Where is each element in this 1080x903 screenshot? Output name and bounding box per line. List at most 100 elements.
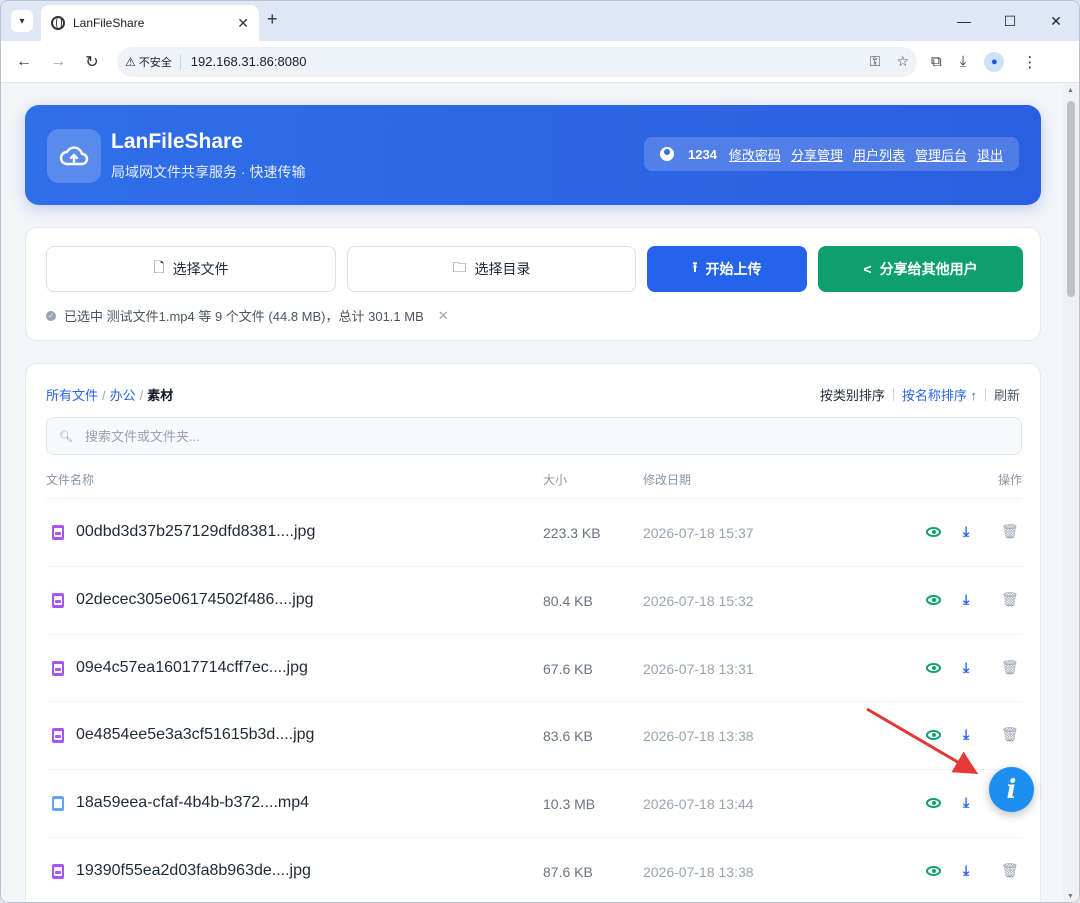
info-icon: i xyxy=(1006,774,1017,805)
file-date: 2026-07-18 13:31 xyxy=(643,660,754,677)
change-password-link[interactable]: 修改密码 xyxy=(729,145,781,164)
file-size: 80.4 KB xyxy=(543,592,593,609)
logout-link[interactable]: 退出 xyxy=(977,145,1003,164)
sort-by-name[interactable]: 按名称排序 ↑ xyxy=(902,385,977,404)
minimize-button[interactable]: — xyxy=(941,1,987,41)
warning-icon: ⚠ xyxy=(125,54,136,69)
scroll-thumb[interactable] xyxy=(1067,101,1075,297)
table-row[interactable]: 02decec305e06174502f486....jpg 80.4 KB 2… xyxy=(46,567,1022,635)
user-bar: 1234 修改密码 分享管理 用户列表 管理后台 退出 xyxy=(644,137,1019,171)
download-icon[interactable]: ⤓ xyxy=(960,53,967,70)
profile-avatar[interactable]: ● xyxy=(984,51,1005,72)
delete-icon[interactable]: 🗑︎ xyxy=(1001,726,1019,743)
image-file-icon xyxy=(52,863,64,879)
col-date: 修改日期 xyxy=(643,473,692,487)
table-row[interactable]: 09e4c57ea16017714cff7ec....jpg 67.6 KB 2… xyxy=(46,635,1022,703)
file-date: 2026-07-18 15:32 xyxy=(643,592,754,609)
cloud-upload-icon xyxy=(47,129,101,183)
table-row[interactable]: 00dbd3d37b257129dfd8381....jpg 223.3 KB … xyxy=(46,499,1022,567)
share-icon: < xyxy=(863,261,872,277)
file-name[interactable]: 02decec305e06174502f486....jpg xyxy=(76,591,314,609)
star-icon[interactable]: ☆ xyxy=(896,53,909,70)
user-list-link[interactable]: 用户列表 xyxy=(853,145,905,164)
folder-add-icon: 🗀 xyxy=(452,259,467,275)
table-row[interactable]: 0e4854ee5e3a3cf51615b3d....jpg 83.6 KB 2… xyxy=(46,702,1022,771)
page-scrollbar[interactable]: ▲ ▼ xyxy=(1063,83,1079,902)
col-actions: 操作 xyxy=(997,473,1022,487)
download-icon[interactable]: ⤓ xyxy=(963,659,969,676)
extensions-icon[interactable]: ⧉ xyxy=(931,53,942,70)
info-button[interactable]: i xyxy=(989,767,1034,812)
download-icon[interactable]: ⤓ xyxy=(963,862,969,879)
preview-icon[interactable] xyxy=(926,862,941,878)
file-size: 87.6 KB xyxy=(543,863,593,880)
refresh-button[interactable]: 刷新 xyxy=(994,385,1020,404)
address-bar[interactable]: ⚠ 不安全 192.168.31.86:8080 ⚿ ☆ xyxy=(117,46,917,77)
preview-icon[interactable] xyxy=(926,659,941,675)
url-text[interactable]: 192.168.31.86:8080 xyxy=(191,54,854,69)
sort-by-type[interactable]: 按类别排序 xyxy=(820,385,885,404)
col-size: 大小 xyxy=(543,473,568,487)
file-name[interactable]: 09e4c57ea16017714cff7ec....jpg xyxy=(76,659,308,677)
tab-search-button[interactable]: ▾ xyxy=(11,10,33,32)
reload-button[interactable]: ↻ xyxy=(79,52,105,72)
delete-icon[interactable]: 🗑︎ xyxy=(1001,659,1019,676)
share-management-link[interactable]: 分享管理 xyxy=(791,145,843,164)
selection-text: 已选中 测试文件1.mp4 等 9 个文件 (44.8 MB)，总计 301.1… xyxy=(64,309,424,324)
insecure-label: 不安全 xyxy=(138,56,172,69)
video-file-icon xyxy=(52,796,64,812)
clear-selection-icon[interactable]: ✕ xyxy=(438,308,449,324)
share-button[interactable]: < 分享给其他用户 xyxy=(818,246,1023,292)
security-indicator[interactable]: ⚠ 不安全 xyxy=(125,53,181,70)
table-row[interactable]: 19390f55ea2d03fa8b963de....jpg 87.6 KB 2… xyxy=(46,838,1022,902)
check-circle-icon: ✓ xyxy=(46,310,56,321)
file-name[interactable]: 00dbd3d37b257129dfd8381....jpg xyxy=(76,523,315,541)
file-name[interactable]: 19390f55ea2d03fa8b963de....jpg xyxy=(76,862,311,880)
choose-file-button[interactable]: 🗋 选择文件 xyxy=(46,246,336,292)
preview-icon[interactable] xyxy=(926,794,941,810)
breadcrumb-office[interactable]: 办公 xyxy=(110,388,136,403)
download-icon[interactable]: ⤓ xyxy=(963,726,969,743)
file-name[interactable]: 18a59eea-cfaf-4b4b-b372....mp4 xyxy=(76,794,309,812)
file-rows: 00dbd3d37b257129dfd8381....jpg 223.3 KB … xyxy=(46,499,1022,902)
browser-tab[interactable]: LanFileShare ✕ xyxy=(41,5,259,41)
close-tab-icon[interactable]: ✕ xyxy=(237,15,249,32)
image-file-icon xyxy=(52,592,64,608)
new-tab-button[interactable]: + xyxy=(267,9,278,30)
preview-icon[interactable] xyxy=(926,523,941,539)
scroll-down-icon[interactable]: ▼ xyxy=(1067,893,1074,900)
delete-icon[interactable]: 🗑︎ xyxy=(1001,523,1019,540)
search-box: 🔍︎ xyxy=(46,417,1022,455)
download-icon[interactable]: ⤓ xyxy=(963,523,969,540)
file-date: 2026-07-18 13:44 xyxy=(643,796,754,813)
file-date: 2026-07-18 15:37 xyxy=(643,525,754,541)
forward-button[interactable]: → xyxy=(45,53,71,71)
delete-icon[interactable]: 🗑︎ xyxy=(1001,862,1019,879)
preview-icon[interactable] xyxy=(926,726,941,742)
choose-dir-button[interactable]: 🗀 选择目录 xyxy=(347,246,636,292)
key-icon[interactable]: ⚿ xyxy=(870,53,881,70)
breadcrumb: 所有文件 / 办公 / 素材 xyxy=(46,388,174,403)
breadcrumb-current: 素材 xyxy=(147,388,174,403)
menu-icon[interactable]: ⋮ xyxy=(1022,53,1037,71)
search-input[interactable] xyxy=(84,428,985,444)
preview-icon[interactable] xyxy=(926,591,941,607)
start-upload-button[interactable]: ⭱ 开始上传 xyxy=(647,246,807,292)
scroll-up-icon[interactable]: ▲ xyxy=(1067,87,1074,94)
download-icon[interactable]: ⤓ xyxy=(963,591,969,608)
close-window-button[interactable]: ✕ xyxy=(1033,1,1079,41)
maximize-button[interactable]: ☐ xyxy=(987,1,1033,41)
delete-icon[interactable]: 🗑︎ xyxy=(1001,591,1019,608)
admin-link[interactable]: 管理后台 xyxy=(915,145,967,164)
search-icon: 🔍︎ xyxy=(59,430,73,443)
table-row[interactable]: 18a59eea-cfaf-4b4b-b372....mp4 10.3 MB 2… xyxy=(46,770,1022,838)
breadcrumb-root[interactable]: 所有文件 xyxy=(46,388,98,403)
page-viewport: LanFileShare 局域网文件共享服务 · 快速传输 1234 修改密码 … xyxy=(1,83,1065,902)
file-list-panel: 所有文件/办公/素材 按类别排序 按名称排序 ↑ 刷新 🔍︎ 文件名称 大小 修… xyxy=(25,363,1041,902)
back-button[interactable]: ← xyxy=(11,53,37,71)
table-header: 文件名称 大小 修改日期 操作 xyxy=(46,469,1022,499)
image-file-icon xyxy=(52,728,64,744)
file-name[interactable]: 0e4854ee5e3a3cf51615b3d....jpg xyxy=(76,726,314,744)
share-label: 分享给其他用户 xyxy=(879,261,978,277)
download-icon[interactable]: ⤓ xyxy=(963,794,969,811)
